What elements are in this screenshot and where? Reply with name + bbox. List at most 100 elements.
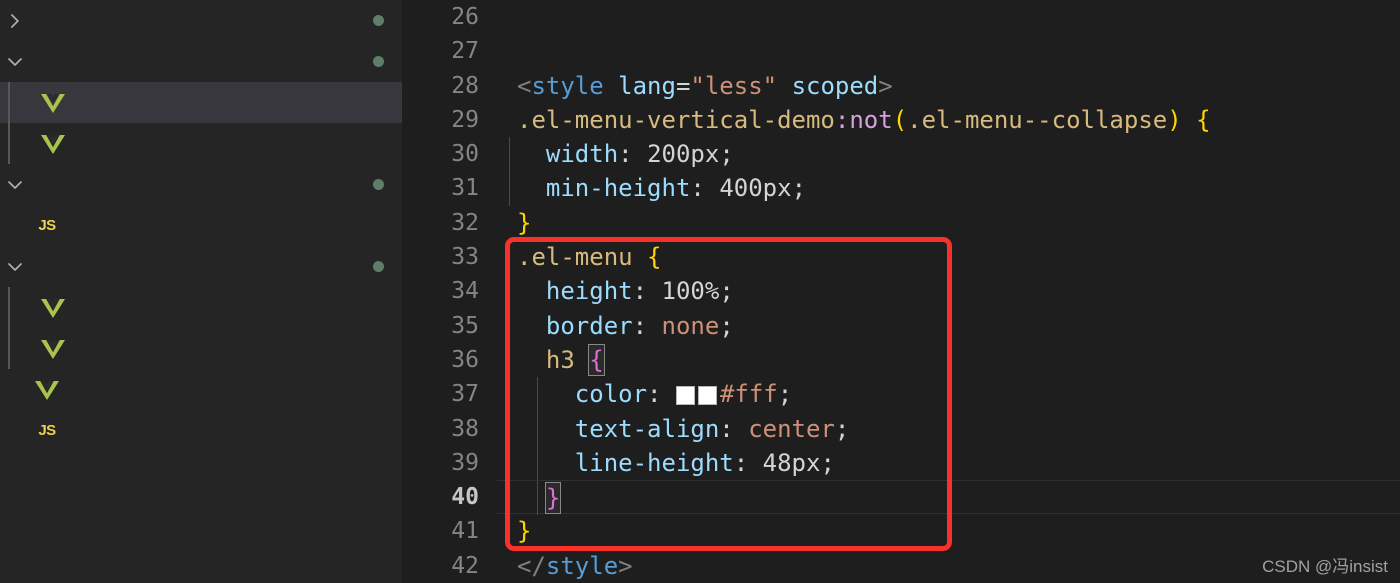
code-line-content[interactable]: <style lang="less" scoped> [497,69,1400,103]
code-line[interactable]: 42 </style> [402,549,1400,583]
folder-status-dot [358,179,384,190]
code-line-content[interactable]: .el-menu-vertical-demo:not(.el-menu--col… [497,103,1400,137]
js-file-icon: JS [38,422,56,439]
code-line-content[interactable]: h3 { [497,342,1400,378]
file-tree-row[interactable] [0,164,402,205]
code-line[interactable]: 34 height: 100%; [402,274,1400,309]
code-line-content[interactable]: text-align: center; [497,411,1400,446]
line-number: 41 [451,518,479,545]
vue-file-icon [36,91,70,115]
file-tree-row[interactable] [0,533,402,574]
js-file-icon: JS [38,217,56,234]
editor-pane[interactable]: 26 27 28 <style lang="less" scoped> 29 .el-me… [402,0,1400,583]
line-number: 39 [451,449,479,476]
line-number: 31 [451,175,479,202]
code-line-content[interactable] [497,0,1400,34]
code-line-content[interactable]: .el-menu { [497,240,1400,274]
indent-guide [509,171,510,206]
folder-status-dot [358,15,384,26]
line-number: 28 [451,72,479,99]
file-tree-row[interactable] [0,0,402,41]
code-line[interactable]: 31 min-height: 400px; [402,171,1400,206]
folder-status-dot [358,261,384,272]
chevron-down-icon[interactable] [0,257,30,277]
line-number: 30 [451,141,479,168]
line-number: 42 [451,552,479,579]
code-lines[interactable]: 26 27 28 <style lang="less" scoped> 29 .el-me… [402,0,1400,583]
line-number: 37 [451,381,479,408]
chevron-down-icon[interactable] [0,175,30,195]
code-line[interactable]: 41} [402,514,1400,548]
code-line[interactable]: 30 width: 200px; [402,137,1400,172]
code-line-content[interactable] [497,34,1400,68]
file-tree-row[interactable] [0,82,402,123]
code-line[interactable]: 28 <style lang="less" scoped> [402,69,1400,103]
code-line[interactable]: 35 border: none; [402,308,1400,343]
file-tree[interactable]: JS JS [0,0,402,583]
line-number: 35 [451,312,479,339]
color-swatch[interactable] [697,386,717,406]
watermark: CSDN @冯insist [1262,557,1388,576]
file-tree-row[interactable] [0,287,402,328]
line-number: 40 [451,484,479,511]
code-line[interactable]: 40 } [402,480,1400,516]
line-number: 36 [451,346,479,373]
code-line-content[interactable]: color: #fff; [497,377,1400,412]
indent-guide [8,123,10,164]
code-line[interactable]: 29 .el-menu-vertical-demo:not(.el-menu--c… [402,103,1400,137]
indent-guide [509,137,510,172]
folder-status-dot [358,56,384,67]
line-number: 26 [451,4,479,30]
file-tree-row[interactable]: JS [0,410,402,451]
indent-guide [8,287,10,328]
vscode-window: JS JS 26 27 28 <style lang="less" scoped> 29.… [0,0,1400,583]
code-line-content[interactable]: } [497,514,1400,548]
chevron-down-icon[interactable] [0,52,30,72]
code-line[interactable]: 37 color: #fff; [402,377,1400,412]
code-line-content[interactable]: line-height: 48px; [497,445,1400,481]
indent-guide [8,82,10,123]
indent-guide [509,342,510,378]
code-line-content[interactable]: } [497,206,1400,240]
file-tree-row[interactable] [0,369,402,410]
vue-file-icon [36,132,70,156]
file-tree-row[interactable] [0,492,402,533]
file-tree-row[interactable] [0,328,402,369]
code-line[interactable]: 38 text-align: center; [402,411,1400,446]
indent-guide [8,328,10,369]
file-tree-row[interactable] [0,246,402,287]
file-tree-row[interactable] [0,574,402,583]
color-swatch[interactable] [675,386,695,406]
line-number: 29 [451,106,479,133]
code-line[interactable]: 26 [402,0,1400,34]
indent-guide [509,411,510,446]
code-line[interactable]: 27 [402,34,1400,68]
vue-file-icon [36,337,70,361]
code-line-content[interactable]: height: 100%; [497,274,1400,309]
file-tree-row[interactable] [0,451,402,492]
indent-guide [509,445,510,481]
line-number: 32 [451,209,479,236]
line-number: 27 [451,38,479,65]
code-line[interactable]: 32} [402,206,1400,240]
code-line-content[interactable]: border: none; [497,308,1400,343]
line-number: 34 [451,278,479,305]
vue-file-icon [30,378,64,402]
indent-guide [509,308,510,343]
code-line-content[interactable]: width: 200px; [497,137,1400,172]
indent-guide [509,377,510,412]
code-line[interactable]: 36 h3 { [402,342,1400,378]
indent-guide [509,481,510,516]
code-line-content[interactable]: } [497,480,1400,516]
line-number: 38 [451,415,479,442]
code-line[interactable]: 39 line-height: 48px; [402,445,1400,481]
line-number: 33 [451,244,479,271]
chevron-right-icon[interactable] [0,11,30,31]
file-tree-row[interactable] [0,123,402,164]
explorer-sidebar[interactable]: JS JS [0,0,402,583]
code-line[interactable]: 33 .el-menu { [402,240,1400,274]
indent-guide [509,274,510,309]
code-line-content[interactable]: min-height: 400px; [497,171,1400,206]
file-tree-row[interactable]: JS [0,205,402,246]
file-tree-row[interactable] [0,41,402,82]
